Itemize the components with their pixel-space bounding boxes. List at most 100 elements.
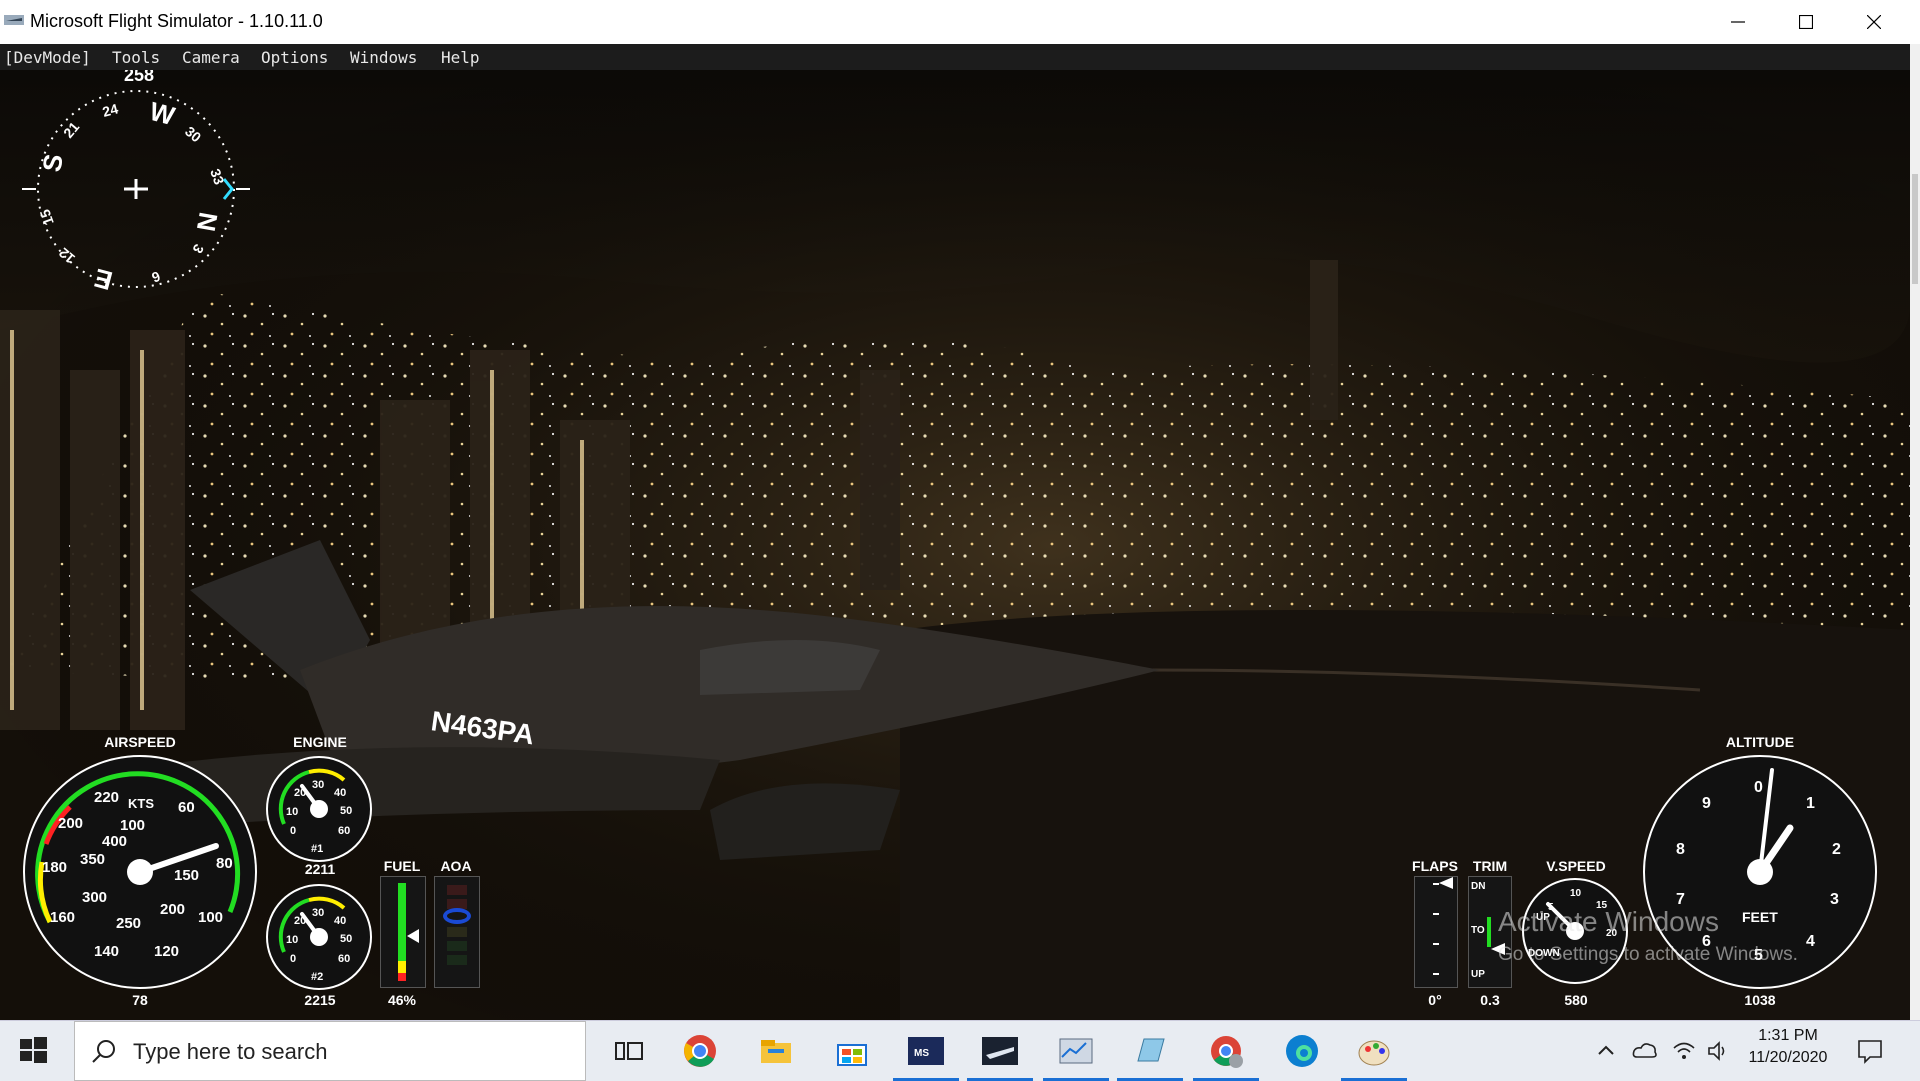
airspeed-mark: 120 xyxy=(154,943,179,960)
compass-tick: 15 xyxy=(36,207,56,227)
close-icon xyxy=(1867,15,1881,29)
file-explorer-icon[interactable] xyxy=(756,1031,796,1071)
window-title: Microsoft Flight Simulator - 1.10.11.0 xyxy=(30,11,323,31)
wifi-icon[interactable] xyxy=(1672,1039,1696,1063)
taskbar-search[interactable]: Type here to search xyxy=(74,1021,586,1081)
engine-mark: 0 xyxy=(290,825,296,837)
task-view-icon[interactable] xyxy=(608,1031,648,1071)
menu-options[interactable]: Options xyxy=(261,48,328,67)
altitude-mark: 0 xyxy=(1754,779,1763,796)
airspeed-mark: 140 xyxy=(94,943,119,960)
compass-tick: 21 xyxy=(60,119,82,141)
altitude-mark: 4 xyxy=(1806,933,1815,950)
altitude-mark: 2 xyxy=(1832,841,1841,858)
heading-compass: 258 W N E S 24 21 15 12 6 3 33 30 xyxy=(22,70,250,296)
vspeed-label: V.SPEED xyxy=(1546,858,1606,874)
trim-mark-to: TO xyxy=(1471,925,1485,936)
menu-devmode[interactable]: [DevMode] xyxy=(4,48,91,67)
activation-watermark-title: Activate Windows xyxy=(1498,906,1719,937)
edge-icon[interactable] xyxy=(1282,1031,1322,1071)
engine-gauge-2: 0 10 20 30 40 50 60 #2 xyxy=(266,884,372,990)
heading-bug-icon xyxy=(222,178,234,200)
menu-camera[interactable]: Camera xyxy=(182,48,240,67)
airspeed-mark: 160 xyxy=(50,909,75,926)
menu-windows[interactable]: Windows xyxy=(350,48,417,67)
altitude-label: ALTITUDE xyxy=(1725,734,1795,750)
engine-mark: 40 xyxy=(334,915,346,927)
maximize-icon xyxy=(1799,15,1813,29)
flight-simulator-icon[interactable] xyxy=(980,1031,1020,1071)
chrome-profile-icon[interactable] xyxy=(1206,1031,1246,1071)
minimize-button[interactable] xyxy=(1704,0,1772,44)
engine-mark: 50 xyxy=(340,933,352,945)
clock-time: 1:31 PM xyxy=(1758,1027,1818,1044)
flaps-label: FLAPS xyxy=(1412,858,1458,874)
title-bar: Microsoft Flight Simulator - 1.10.11.0 xyxy=(0,0,1920,45)
vspeed-value: 580 xyxy=(1564,992,1588,1008)
minimize-icon xyxy=(1731,21,1745,23)
menu-help[interactable]: Help xyxy=(441,48,480,67)
altitude-mark: 8 xyxy=(1676,841,1685,858)
altitude-unit: FEET xyxy=(1742,909,1778,925)
chevron-up-icon[interactable] xyxy=(1596,1041,1616,1061)
onedrive-cloud-icon[interactable] xyxy=(1632,1039,1658,1061)
airspeed-unit: KTS xyxy=(128,796,154,811)
sim-viewport[interactable]: N463PA 258 W N E S 24 21 15 12 6 3 33 30… xyxy=(0,70,1910,1020)
engine-gauge-1: 0 10 20 30 40 50 60 #1 xyxy=(266,756,372,862)
engine-mark: 0 xyxy=(290,953,296,965)
engine-gauge-name: #2 xyxy=(311,971,323,983)
aoa-indicator-icon xyxy=(443,908,471,924)
airspeed-mark: 220 xyxy=(94,789,119,806)
fuel-value: 46% xyxy=(387,992,417,1008)
chrome-icon[interactable] xyxy=(680,1031,720,1071)
close-button[interactable] xyxy=(1840,0,1908,44)
notifications-icon[interactable] xyxy=(1856,1037,1884,1065)
airspeed-mark: 200 xyxy=(58,815,83,832)
svg-text:MS: MS xyxy=(914,1048,929,1059)
maximize-button[interactable] xyxy=(1772,0,1840,44)
engine-mark: 10 xyxy=(286,934,298,946)
airspeed-inner-mark: 300 xyxy=(82,889,107,906)
fuel-pointer-icon xyxy=(407,929,419,943)
compass-north: N xyxy=(191,210,224,234)
compass-tick: 3 xyxy=(189,242,207,257)
search-icon xyxy=(92,1040,115,1063)
engine-1-value: 2211 xyxy=(304,861,336,877)
engine-mark: 60 xyxy=(338,825,350,837)
vspeed-mark: 10 xyxy=(1570,888,1582,899)
trim-label: TRIM xyxy=(1472,858,1508,874)
flaps-gauge xyxy=(1414,876,1458,988)
store-icon[interactable] xyxy=(832,1031,872,1071)
notepad-icon[interactable] xyxy=(1130,1031,1170,1071)
start-button[interactable] xyxy=(16,1033,50,1067)
compass-east: E xyxy=(91,263,116,296)
scrollbar-thumb[interactable] xyxy=(1912,174,1918,284)
windows-taskbar: Type here to search MS 1:31 PM 11/20/202… xyxy=(0,1020,1920,1081)
window-scrollbar[interactable] xyxy=(1910,44,1920,1020)
engine-gauge-name: #1 xyxy=(311,843,323,855)
airspeed-mark: 80 xyxy=(216,855,233,872)
fuel-gauge xyxy=(380,876,426,988)
compass-tick: 12 xyxy=(56,245,78,267)
trim-value: 0.3 xyxy=(1480,992,1500,1008)
menu-tools[interactable]: Tools xyxy=(112,48,160,67)
taskbar-clock[interactable]: 1:31 PM 11/20/2020 xyxy=(1740,1027,1836,1067)
airspeed-mark: 60 xyxy=(178,799,195,816)
engine-label: ENGINE xyxy=(293,734,347,750)
app-icon-blue-logo[interactable]: MS xyxy=(906,1031,946,1071)
airspeed-inner-mark: 400 xyxy=(102,833,127,850)
compass-south: S xyxy=(36,152,69,174)
engine-2-value: 2215 xyxy=(304,992,336,1008)
search-placeholder: Type here to search xyxy=(133,1039,328,1064)
paint-icon[interactable] xyxy=(1354,1031,1394,1071)
airspeed-indicator: 60 80 100 120 140 160 180 200 220 100 15… xyxy=(23,755,257,989)
aoa-label: AOA xyxy=(440,858,472,874)
compass-tick: 24 xyxy=(101,100,120,120)
task-manager-icon[interactable] xyxy=(1056,1031,1096,1071)
volume-icon[interactable] xyxy=(1706,1039,1730,1063)
engine-mark: 30 xyxy=(312,779,324,791)
engine-mark: 40 xyxy=(334,787,346,799)
airspeed-inner-mark: 100 xyxy=(120,817,145,834)
airspeed-value: 78 xyxy=(132,992,148,1008)
trim-mark-dn: DN xyxy=(1471,881,1486,892)
